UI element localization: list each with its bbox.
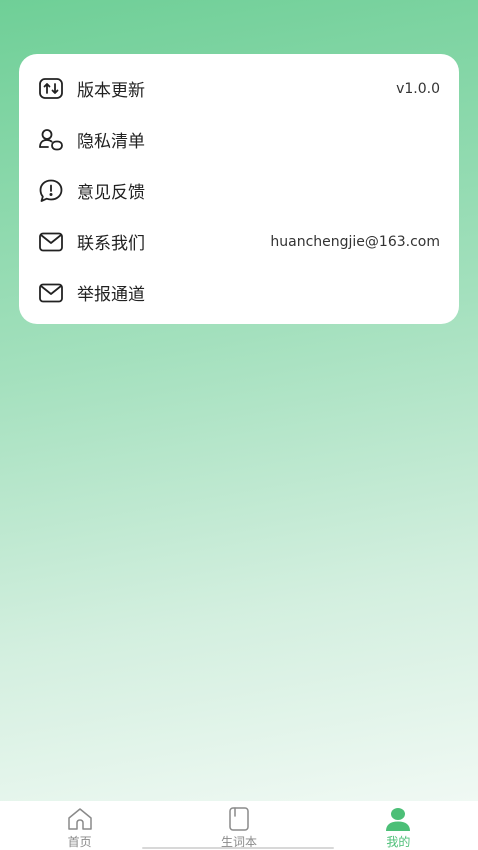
- home-indicator: [142, 847, 334, 849]
- tab-home[interactable]: 首页: [0, 801, 159, 850]
- feedback-icon: [38, 178, 64, 204]
- home-icon: [66, 806, 94, 832]
- menu-item-report-channel[interactable]: 举报通道: [38, 267, 440, 318]
- privacy-icon: [38, 127, 64, 153]
- menu-item-label: 隐私清单: [77, 132, 145, 152]
- bottom-tab-bar: 首页 生词本 我的: [0, 801, 478, 850]
- menu-item-feedback[interactable]: 意见反馈: [38, 165, 440, 216]
- notebook-icon: [225, 806, 253, 832]
- mail-icon: [38, 280, 64, 306]
- contact-email: huanchengjie@163.com: [270, 233, 440, 250]
- settings-card: 版本更新 v1.0.0 隐私清单 意见反馈 联系我们 huanchengjie@…: [19, 54, 459, 324]
- tab-label: 我的: [386, 835, 411, 849]
- tab-profile[interactable]: 我的: [319, 801, 478, 850]
- menu-item-label: 版本更新: [77, 81, 145, 101]
- mail-icon: [38, 229, 64, 255]
- menu-item-label: 举报通道: [77, 285, 145, 305]
- update-icon: [38, 76, 64, 102]
- menu-item-label: 联系我们: [77, 234, 145, 254]
- profile-icon: [384, 806, 412, 832]
- menu-item-version-update[interactable]: 版本更新 v1.0.0: [38, 63, 440, 114]
- tab-notebook[interactable]: 生词本: [159, 801, 318, 850]
- menu-item-label: 意见反馈: [77, 183, 145, 203]
- version-value: v1.0.0: [396, 80, 440, 97]
- menu-item-privacy-list[interactable]: 隐私清单: [38, 114, 440, 165]
- menu-item-contact-us[interactable]: 联系我们 huanchengjie@163.com: [38, 216, 440, 267]
- tab-label: 首页: [67, 835, 92, 849]
